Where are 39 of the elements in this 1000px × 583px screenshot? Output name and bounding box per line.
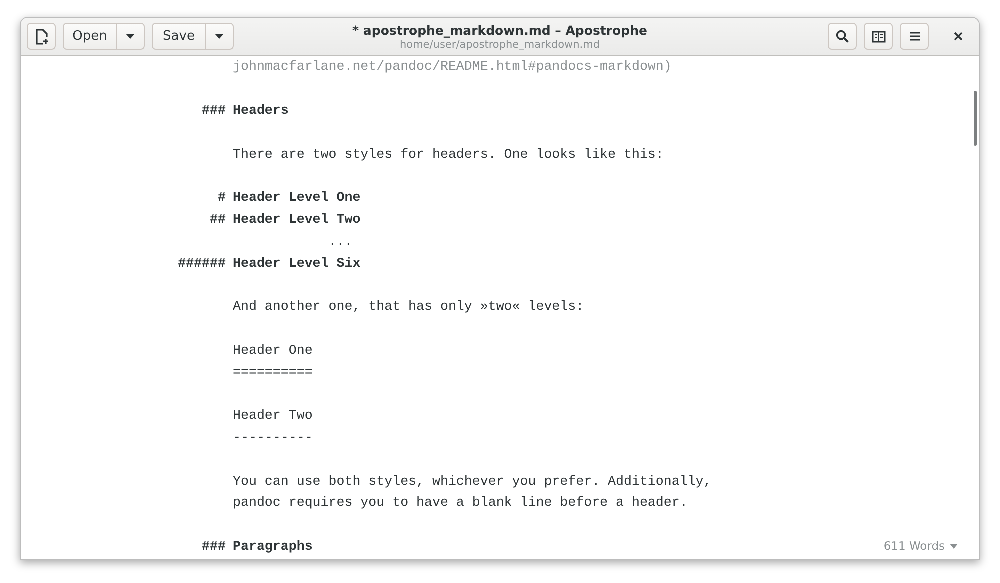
close-icon (954, 32, 962, 41)
link-text: johnmacfarlane.net/pandoc/README.html#pandocs-markdown) (233, 59, 672, 74)
header-button[interactable]: Open (63, 23, 117, 50)
scrollbar[interactable] (974, 91, 977, 146)
new-document-icon (34, 28, 48, 44)
menu-button[interactable] (900, 23, 929, 50)
heading-marker: # (217, 190, 227, 206)
heading-marker: ### (201, 538, 227, 554)
window-title: * apostrophe_markdown.md – Apostrophe (352, 22, 648, 38)
dropdown-button[interactable] (206, 23, 234, 50)
window-subtitle: home/user/apostrophe_markdown.md (400, 38, 600, 50)
text-line: There are two styles for headers. One looks like this: (233, 146, 664, 162)
menu-icon (910, 32, 920, 41)
heading-text: Headers (233, 102, 289, 118)
book-icon (872, 30, 886, 42)
header-button[interactable]: Save (152, 23, 206, 50)
text-line: Header Two (233, 408, 313, 424)
text-line: You can use both styles, whichever you prefer. Additionally, (233, 474, 712, 489)
heading-marker: ### (201, 102, 227, 118)
text-line: ... (328, 234, 353, 249)
text-line: And another one, that has only »two« levels: (233, 299, 584, 314)
heading-text: Header Level Two (233, 212, 361, 227)
heading-marker: ## (209, 212, 227, 227)
text-line: ========== (233, 364, 313, 380)
heading-text: Header Level Six (233, 256, 361, 271)
heading-text: Header Level One (233, 190, 361, 206)
dropdown-button[interactable] (117, 23, 145, 50)
caret-icon (950, 544, 958, 548)
text-line: ---------- (233, 430, 313, 445)
search-button[interactable] (828, 23, 857, 50)
text-line: pandoc requires you to have a blank line before a header. (233, 495, 688, 510)
heading-text: Paragraphs (233, 538, 313, 554)
caret-icon (126, 34, 135, 39)
preview-button[interactable] (864, 23, 893, 50)
heading-marker: ###### (177, 256, 227, 271)
new-document-button[interactable] (27, 23, 56, 50)
text-line: Header One (233, 342, 313, 358)
search-icon (836, 30, 849, 43)
caret-icon (215, 34, 224, 39)
